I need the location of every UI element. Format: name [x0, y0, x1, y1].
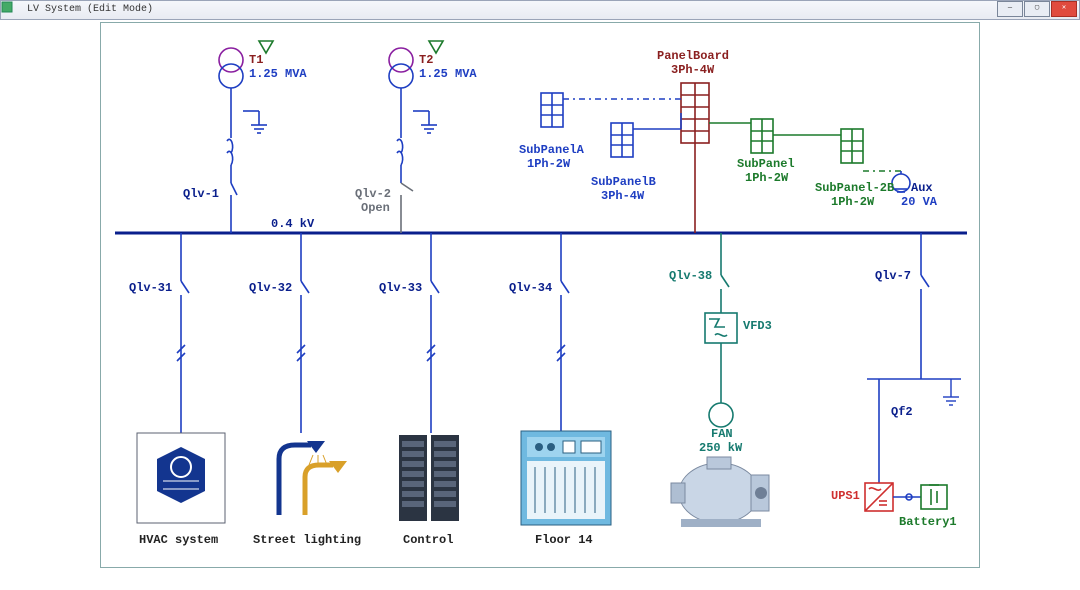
- qlv1-label[interactable]: Qlv-1: [183, 187, 219, 201]
- fan-rating: 250 kW: [699, 441, 742, 455]
- diagram-canvas[interactable]: T1 1.25 MVA T2 1.25 MVA 0.4 kV Qlv-1 Qlv…: [100, 22, 980, 568]
- ups1-label[interactable]: UPS1: [831, 489, 860, 503]
- window-title: LV System (Edit Mode): [27, 4, 153, 15]
- floor14-caption: Floor 14: [535, 533, 593, 547]
- subpanel-2b-spec: 1Ph-2W: [831, 195, 874, 209]
- qlv38-label[interactable]: Qlv-38: [669, 269, 712, 283]
- qlv2-label[interactable]: Qlv-2: [355, 187, 391, 201]
- t2-rating: 1.25 MVA: [419, 67, 477, 81]
- close-button[interactable]: ✕: [1051, 1, 1077, 17]
- aux-name[interactable]: Aux: [911, 181, 933, 195]
- qf2-label[interactable]: Qf2: [891, 405, 913, 419]
- t1-rating: 1.25 MVA: [249, 67, 307, 81]
- subpanel-a-name[interactable]: SubPanelA: [519, 143, 584, 157]
- app-icon: [5, 3, 17, 15]
- qlv33-label[interactable]: Qlv-33: [379, 281, 422, 295]
- qlv2-state: Open: [361, 201, 390, 215]
- qlv31-label[interactable]: Qlv-31: [129, 281, 172, 295]
- subpanel-b-name[interactable]: SubPanelB: [591, 175, 656, 189]
- subpanel-2b-name[interactable]: SubPanel-2B: [815, 181, 894, 195]
- subpanel-a-spec: 1Ph-2W: [527, 157, 570, 171]
- qlv32-label[interactable]: Qlv-32: [249, 281, 292, 295]
- t2-name[interactable]: T2: [419, 53, 433, 67]
- panelboard-spec: 3Ph-4W: [671, 63, 714, 77]
- panelboard-name[interactable]: PanelBoard: [657, 49, 729, 63]
- hvac-caption: HVAC system: [139, 533, 218, 547]
- t1-name[interactable]: T1: [249, 53, 263, 67]
- vfd3-label[interactable]: VFD3: [743, 319, 772, 333]
- street-caption: Street lighting: [253, 533, 361, 547]
- app-window: LV System (Edit Mode) — ▢ ✕: [0, 0, 1080, 590]
- schematic-svg: [101, 23, 981, 569]
- minimize-button[interactable]: —: [997, 1, 1023, 17]
- qlv34-label[interactable]: Qlv-34: [509, 281, 552, 295]
- control-caption: Control: [403, 533, 453, 547]
- qlv7-label[interactable]: Qlv-7: [875, 269, 911, 283]
- window-titlebar[interactable]: LV System (Edit Mode) — ▢ ✕: [0, 0, 1080, 20]
- window-buttons: — ▢ ✕: [997, 1, 1077, 17]
- maximize-button[interactable]: ▢: [1024, 1, 1050, 17]
- battery1-label[interactable]: Battery1: [899, 515, 957, 529]
- bus-voltage: 0.4 kV: [271, 217, 314, 231]
- aux-rating: 20 VA: [901, 195, 937, 209]
- subpanel-b-spec: 3Ph-4W: [601, 189, 644, 203]
- fan-name[interactable]: FAN: [711, 427, 733, 441]
- subpanel-name[interactable]: SubPanel: [737, 157, 795, 171]
- subpanel-spec: 1Ph-2W: [745, 171, 788, 185]
